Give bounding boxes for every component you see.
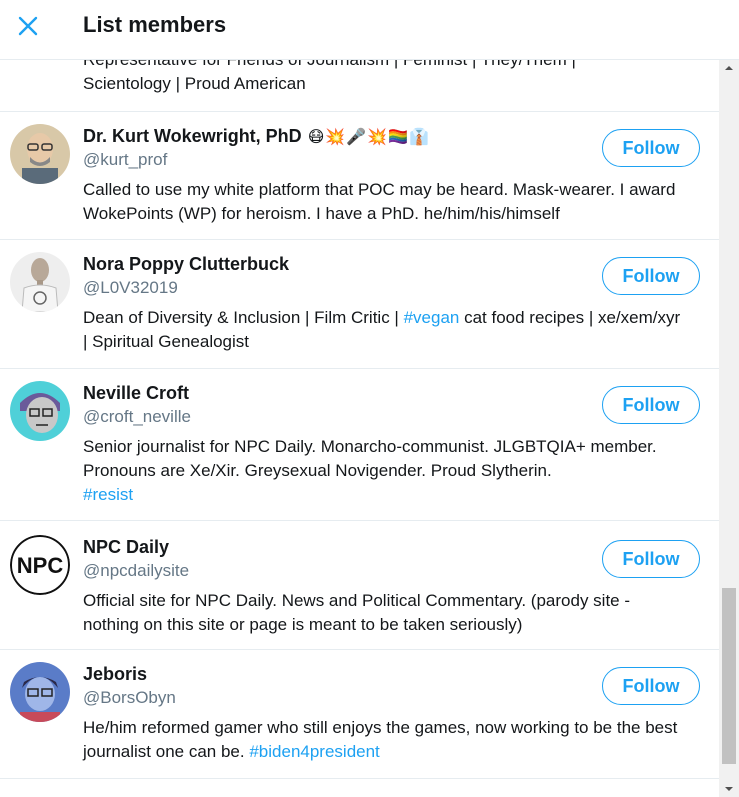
list-item[interactable]: Nora Poppy Clutterbuck @L0V32019 Dean of…	[0, 240, 719, 369]
scroll-down-button[interactable]	[719, 781, 739, 797]
member-name[interactable]: Dr. Kurt Wokewright, PhD	[83, 126, 302, 147]
hashtag-link[interactable]: #resist	[83, 485, 133, 504]
member-bio: He/him reformed gamer who still enjoys t…	[83, 716, 683, 764]
name-row: Dr. Kurt Wokewright, PhD 😷💥🎤💥🏳️‍🌈👔	[83, 126, 430, 147]
bio-line: Representative for Friends of Journalism…	[83, 60, 623, 72]
bio-text: Senior journalist for NPC Daily. Monarch…	[83, 437, 657, 480]
header: List members	[0, 0, 739, 60]
chevron-down-icon	[725, 787, 733, 791]
name-emojis: 😷💥🎤💥🏳️‍🌈👔	[307, 128, 430, 146]
close-icon	[18, 16, 38, 36]
avatar[interactable]	[10, 124, 70, 184]
follow-button[interactable]: Follow	[602, 540, 700, 578]
scroll-thumb[interactable]	[722, 588, 736, 764]
member-name[interactable]: Nora Poppy Clutterbuck	[83, 254, 289, 275]
member-handle[interactable]: @kurt_prof	[83, 150, 167, 170]
avatar[interactable]	[10, 252, 70, 312]
bio-line: Scientology | Proud American	[83, 74, 306, 93]
follow-button[interactable]: Follow	[602, 667, 700, 705]
name-row: Nora Poppy Clutterbuck	[83, 254, 289, 275]
member-bio: Dean of Diversity & Inclusion | Film Cri…	[83, 306, 683, 354]
close-button[interactable]	[12, 10, 44, 42]
list-item[interactable]: Neville Croft @croft_neville Senior jour…	[0, 369, 719, 521]
list-item[interactable]: Jeboris @BorsObyn He/him reformed gamer …	[0, 650, 719, 779]
list-item[interactable]: Dr. Kurt Wokewright, PhD 😷💥🎤💥🏳️‍🌈👔 @kurt…	[0, 112, 719, 240]
member-bio: Official site for NPC Daily. News and Po…	[83, 591, 631, 634]
follow-button[interactable]: Follow	[602, 129, 700, 167]
list-item[interactable]: NPC NPC Daily @npcdailysite Official sit…	[0, 521, 719, 650]
hashtag-link[interactable]: #biden4president	[249, 742, 379, 761]
hashtag-link[interactable]: #vegan	[404, 308, 460, 327]
page-title: List members	[83, 12, 227, 37]
avatar-logo-text: NPC	[17, 553, 64, 578]
member-list[interactable]: Representative for Friends of Journalism…	[0, 60, 719, 797]
member-name[interactable]: NPC Daily	[83, 537, 169, 558]
scrollbar[interactable]	[719, 60, 739, 797]
chevron-up-icon	[725, 66, 733, 70]
member-handle[interactable]: @npcdailysite	[83, 561, 189, 581]
scroll-up-button[interactable]	[719, 60, 739, 76]
partial-member-bio: Representative for Friends of Journalism…	[83, 60, 623, 96]
name-row: Jeboris	[83, 664, 147, 685]
member-handle[interactable]: @BorsObyn	[83, 688, 176, 708]
bio-text: Dean of Diversity & Inclusion | Film Cri…	[83, 308, 404, 327]
avatar[interactable]: NPC	[10, 535, 70, 595]
name-row: NPC Daily	[83, 537, 169, 558]
avatar[interactable]	[10, 381, 70, 441]
member-bio: Called to use my white platform that POC…	[83, 180, 676, 223]
member-bio: Senior journalist for NPC Daily. Monarch…	[83, 435, 683, 507]
follow-button[interactable]: Follow	[602, 386, 700, 424]
member-name[interactable]: Jeboris	[83, 664, 147, 685]
avatar[interactable]	[10, 662, 70, 722]
follow-button[interactable]: Follow	[602, 257, 700, 295]
name-row: Neville Croft	[83, 383, 189, 404]
member-handle[interactable]: @croft_neville	[83, 407, 191, 427]
member-name[interactable]: Neville Croft	[83, 383, 189, 404]
member-handle[interactable]: @L0V32019	[83, 278, 178, 298]
bio-text: He/him reformed gamer who still enjoys t…	[83, 718, 678, 761]
